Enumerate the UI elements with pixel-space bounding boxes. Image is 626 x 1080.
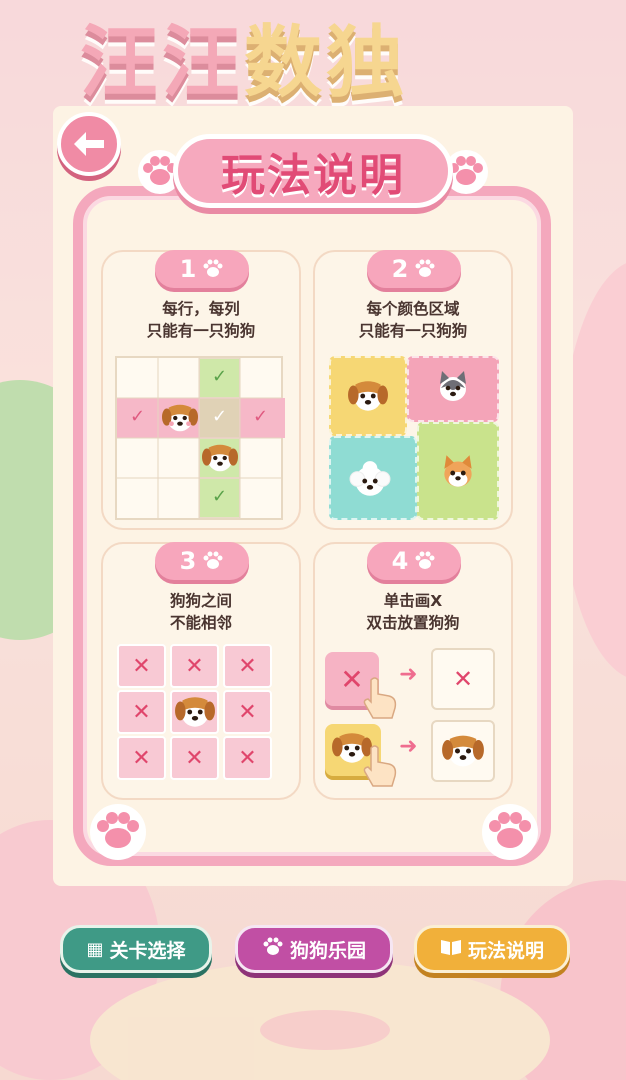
hand-pointer-icon <box>363 677 397 719</box>
rule-description: 单击画X 双击放置狗狗 <box>366 592 460 632</box>
result-dog-cell <box>431 720 495 782</box>
rules-modal: 1 每行，每列 只能有一只狗狗 ✓ ✓ ✓ ✓ ✓ 2 每个颜色区域 只能有一只… <box>53 106 573 886</box>
rule-number: 2 <box>391 255 409 283</box>
level-select-button[interactable]: ▦ 关卡选择 <box>60 925 212 973</box>
rule-card-4: 4 单击画X 双击放置狗狗 ✕ ➜ ✕ ➜ <box>313 542 513 800</box>
dog-park-button[interactable]: 狗狗乐园 <box>235 925 393 973</box>
rule-badge-1: 1 <box>155 250 249 288</box>
rule-badge-2: 2 <box>367 250 461 288</box>
cross-cell: ✕ <box>223 690 272 734</box>
cross-cell: ✕ <box>117 644 166 688</box>
rule-description: 每个颜色区域 只能有一只狗狗 <box>358 300 468 340</box>
shiba-icon <box>444 455 472 487</box>
grid-lines <box>117 358 281 518</box>
dog-icon <box>348 381 388 411</box>
result-cross-cell: ✕ <box>431 648 495 710</box>
dog-icon <box>174 697 215 727</box>
back-button[interactable] <box>57 112 121 176</box>
arrow-right-icon: ➜ <box>399 662 418 687</box>
rule-number: 3 <box>179 547 197 575</box>
color-region-example <box>329 356 499 520</box>
how-to-play-button[interactable]: 玩法说明 <box>414 925 570 973</box>
rule-number: 1 <box>179 255 197 283</box>
row-column-example-grid: ✓ ✓ ✓ ✓ ✓ <box>115 356 285 520</box>
rule-description: 每行，每列 只能有一只狗狗 <box>146 300 256 340</box>
rule-number: 4 <box>391 547 409 575</box>
paw-icon <box>415 259 435 277</box>
rule-card-2: 2 每个颜色区域 只能有一只狗狗 <box>313 250 513 530</box>
rule-card-1: 1 每行，每列 只能有一只狗狗 ✓ ✓ ✓ ✓ ✓ <box>101 250 301 530</box>
map-icon: ▦ <box>86 938 104 960</box>
rule-badge-4: 4 <box>367 542 461 580</box>
rules-frame: 1 每行，每列 只能有一只狗狗 ✓ ✓ ✓ ✓ ✓ 2 每个颜色区域 只能有一只… <box>73 186 551 866</box>
paw-decoration-left <box>90 804 146 860</box>
modal-header: 玩法说明 <box>133 128 493 214</box>
cross-cell: ✕ <box>117 690 166 734</box>
title-banner: 玩法说明 <box>173 134 453 208</box>
cross-cell: ✕ <box>117 736 166 780</box>
husky-icon <box>440 371 466 401</box>
modal-title: 玩法说明 <box>221 150 405 201</box>
cross-cell: ✕ <box>223 736 272 780</box>
book-icon <box>440 938 462 961</box>
paw-icon <box>203 259 223 277</box>
poodle-icon <box>349 461 391 496</box>
dog-icon <box>442 735 484 767</box>
cross-cell: ✕ <box>170 644 219 688</box>
rule-badge-3: 3 <box>155 542 249 580</box>
paw-icon <box>415 551 435 569</box>
dog-park-label: 狗狗乐园 <box>289 939 366 962</box>
dog-cell <box>170 690 219 734</box>
cross-cell: ✕ <box>170 736 219 780</box>
rule-description: 狗狗之间 不能相邻 <box>169 592 232 632</box>
how-to-play-label: 玩法说明 <box>467 939 544 962</box>
rule-card-3: 3 狗狗之间 不能相邻 ✕ ✕ ✕ ✕ ✕ ✕ ✕ ✕ <box>101 542 301 800</box>
paw-icon <box>203 551 223 569</box>
paw-icon <box>262 937 284 962</box>
hand-pointer-icon <box>363 745 397 787</box>
level-select-label: 关卡选择 <box>109 939 186 962</box>
arrow-right-icon: ➜ <box>399 734 418 759</box>
adjacency-example-grid: ✕ ✕ ✕ ✕ ✕ ✕ ✕ ✕ <box>117 644 277 782</box>
arrow-left-icon <box>74 132 104 156</box>
paw-decoration-right <box>482 804 538 860</box>
cross-cell: ✕ <box>223 644 272 688</box>
